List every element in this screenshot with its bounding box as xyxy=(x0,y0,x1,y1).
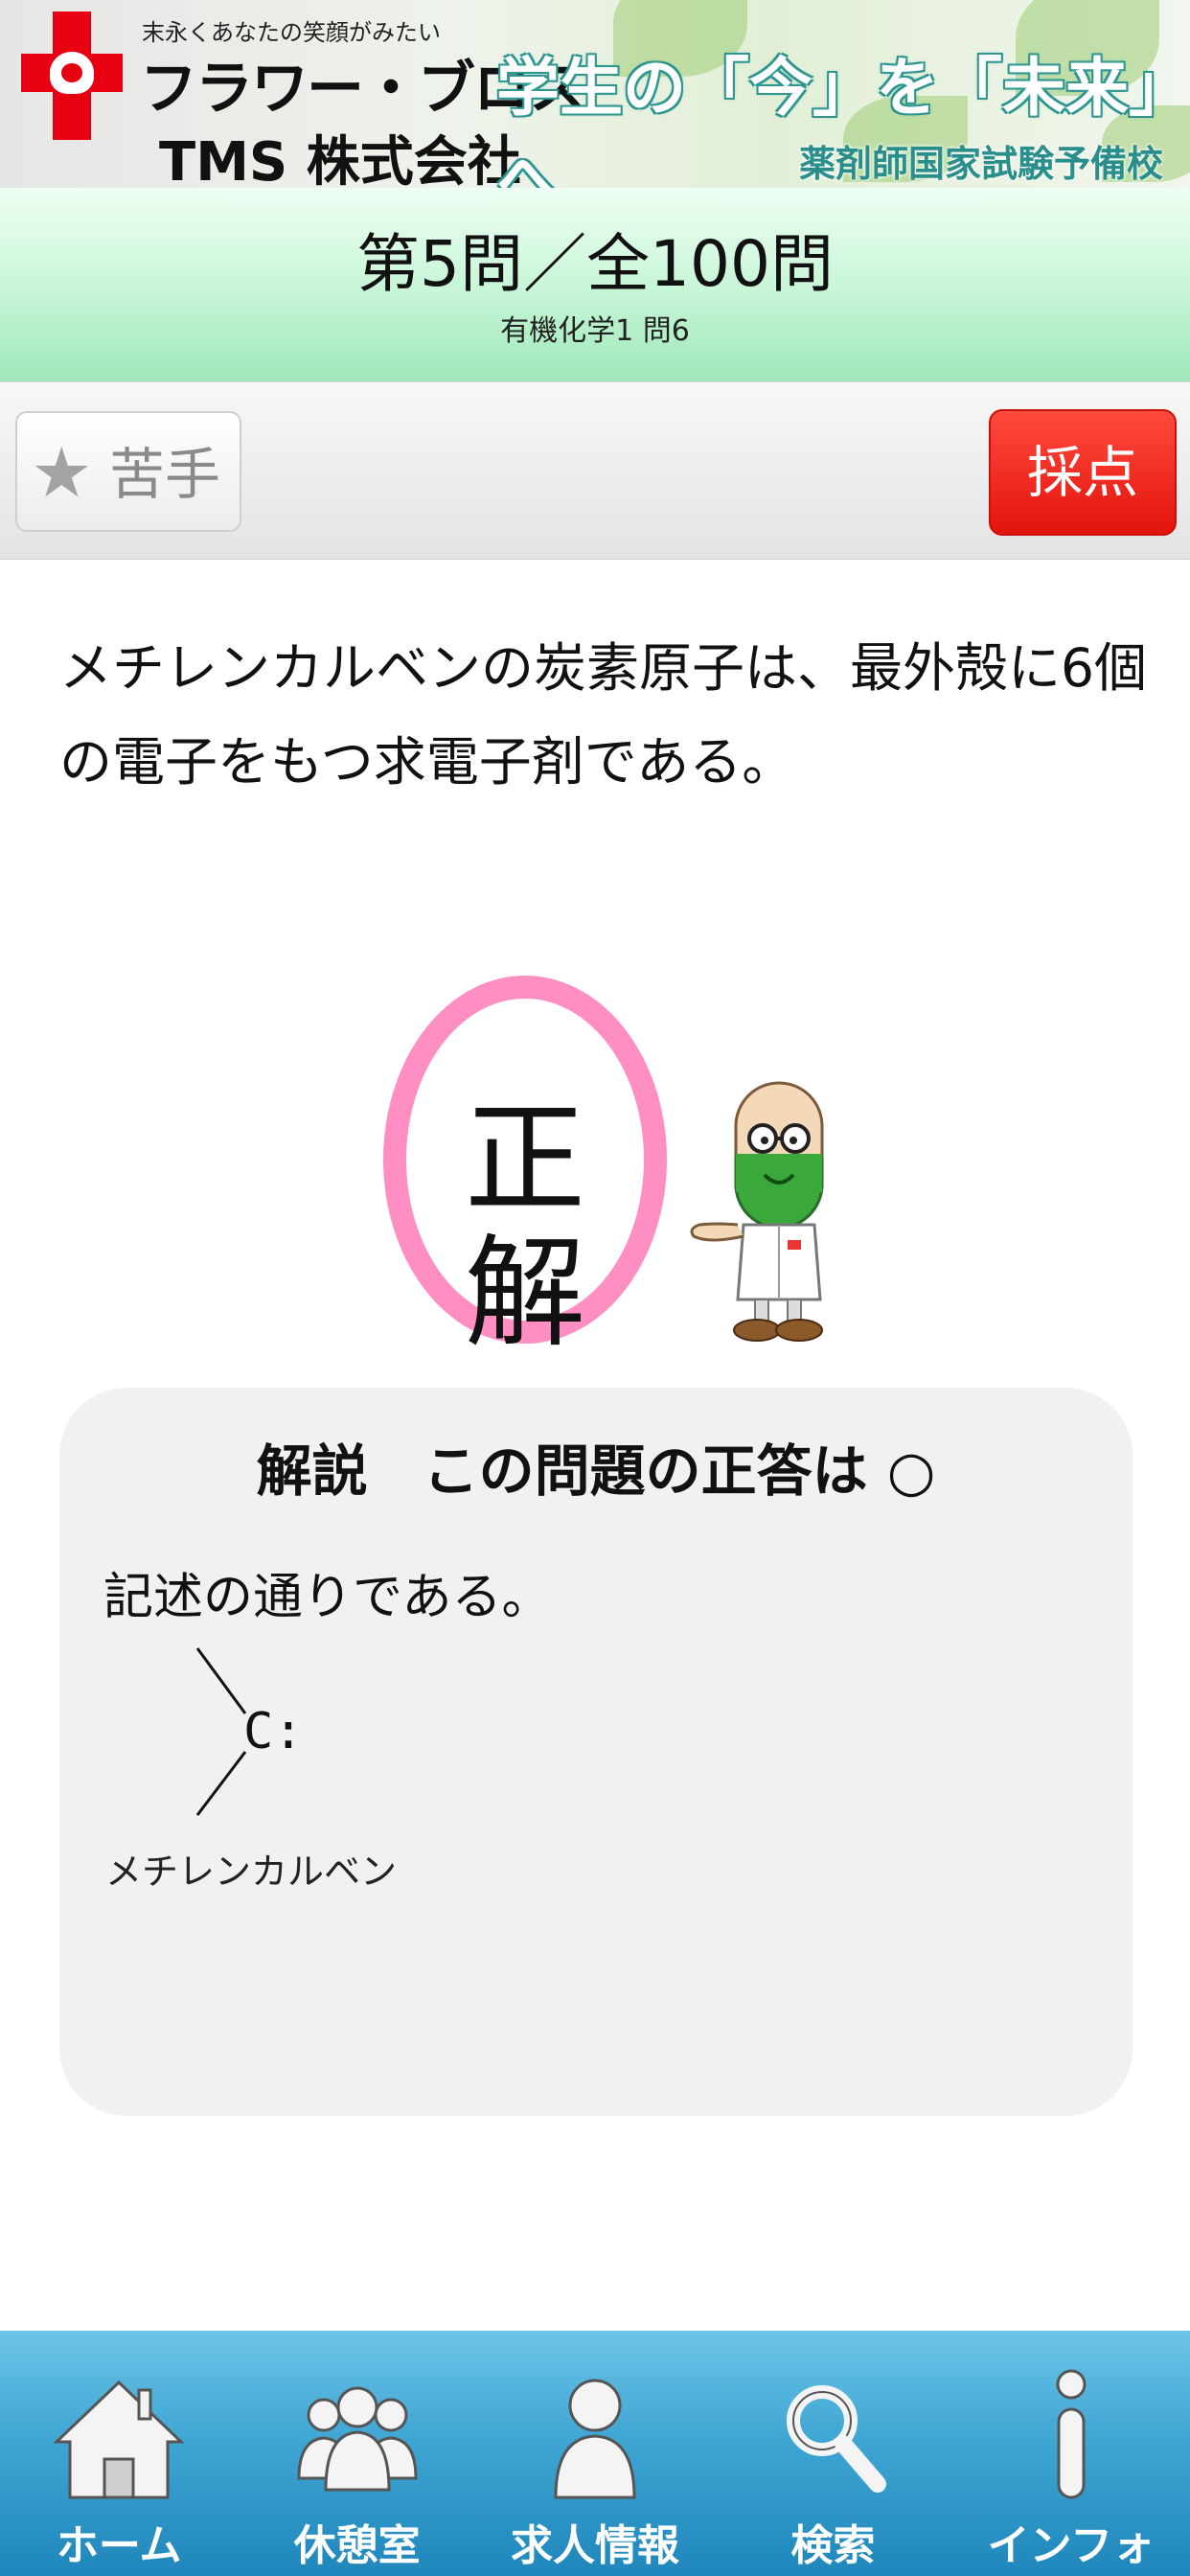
bottom-tab-bar: ホーム 休憩室 求人情報 検索 インフォ xyxy=(0,2331,1190,2576)
weak-label: 苦手 xyxy=(109,442,221,507)
mascot-illustration xyxy=(690,1081,824,1342)
ad-banner[interactable]: 末永くあなたの笑顔がみたい フラワー・ブロス TMS 株式会社 学生の「今」を「… xyxy=(0,0,1190,188)
grade-button[interactable]: 採点 xyxy=(989,409,1177,536)
people-icon xyxy=(297,2386,418,2492)
structure-atom-label: C: xyxy=(243,1703,304,1760)
tab-jobs-label: 求人情報 xyxy=(511,2521,680,2570)
result-label: 正解 xyxy=(465,1089,585,1364)
info-icon xyxy=(1056,2369,1087,2499)
home-icon xyxy=(53,2380,185,2499)
company-logo xyxy=(21,12,123,140)
tab-jobs[interactable]: 求人情報 xyxy=(476,2331,714,2576)
tab-home-label: ホーム xyxy=(56,2521,182,2570)
tab-info[interactable]: インフォ xyxy=(952,2331,1190,2576)
tab-home[interactable]: ホーム xyxy=(0,2331,238,2576)
tab-search[interactable]: 検索 xyxy=(714,2331,951,2576)
tab-search-label: 検索 xyxy=(790,2521,876,2570)
question-toolbar: ★ 苦手 採点 xyxy=(0,381,1190,560)
structure-caption: メチレンカルベン xyxy=(105,1851,398,1893)
star-icon: ★ xyxy=(31,432,93,513)
question-category: 有機化学1 問6 xyxy=(500,314,690,348)
search-icon xyxy=(787,2385,887,2493)
banner-school: 薬剤師国家試験予備校 xyxy=(799,143,1164,185)
explanation-title: 解説 この問題の正答は ○ xyxy=(256,1438,936,1504)
methylene-carbene-structure: C: xyxy=(195,1647,304,1816)
weak-toggle-button[interactable]: ★ 苦手 xyxy=(15,411,241,532)
tab-lounge[interactable]: 休憩室 xyxy=(238,2331,475,2576)
question-text: メチレンカルベンの炭素原子は、最外殻に6個の電子をもつ求電子剤である。 xyxy=(59,637,1147,793)
tab-info-label: インフォ xyxy=(987,2521,1156,2570)
question-header: 第5問／全100問 有機化学1 問6 xyxy=(0,188,1190,381)
question-counter: 第5問／全100問 xyxy=(356,227,834,301)
explanation-card: 解説 この問題の正答は ○ 記述の通りである。 C: メチレンカルベン xyxy=(59,1388,1133,2116)
explanation-body: 記述の通りである。 xyxy=(103,1569,552,1626)
person-icon xyxy=(554,2379,636,2499)
tab-lounge-label: 休憩室 xyxy=(293,2521,421,2570)
company-name-sub: TMS 株式会社 xyxy=(159,131,521,188)
